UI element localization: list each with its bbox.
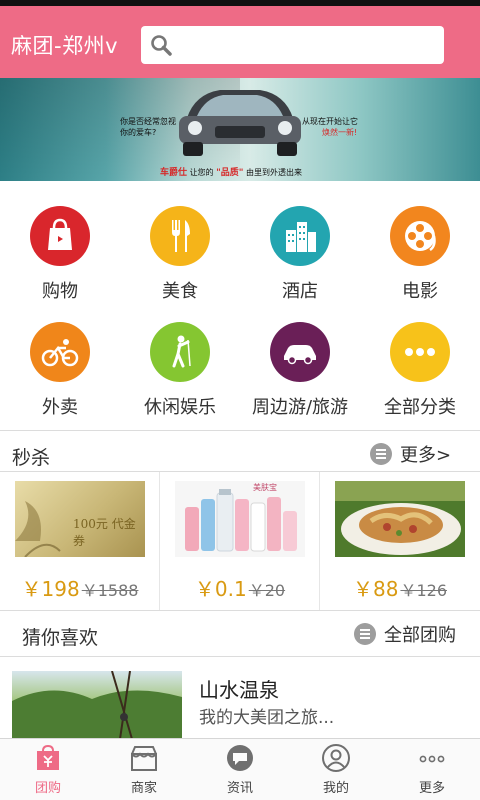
category-shopping[interactable]: 购物 xyxy=(0,198,120,314)
tab-label: 商家 xyxy=(130,781,157,796)
seckill-item[interactable]: 100元 代金券 ￥198 ￥1588 xyxy=(0,472,160,610)
category-leisure[interactable]: 休闲娱乐 xyxy=(120,314,240,430)
more-dots-icon xyxy=(419,755,445,763)
original-price: ￥20 xyxy=(248,581,286,600)
category-label: 全部分类 xyxy=(384,397,456,418)
current-price: ￥88 xyxy=(353,577,399,601)
more-dots-icon xyxy=(390,322,450,382)
divider xyxy=(0,656,480,657)
film-reel-icon xyxy=(390,206,450,266)
shopping-bag-icon xyxy=(30,206,90,266)
seckill-more-label: 更多> xyxy=(400,445,452,466)
category-hotel[interactable]: 酒店 xyxy=(240,198,360,314)
category-label: 美食 xyxy=(162,281,198,302)
search-input[interactable] xyxy=(141,26,444,64)
deal-description: 我的大美团之旅... xyxy=(199,708,335,728)
cosmetics-bottles-image: 美肤宝 xyxy=(175,481,305,557)
header-bar: 麻团-郑州v xyxy=(0,6,480,78)
hotel-buildings-icon xyxy=(270,206,330,266)
seckill-more-button[interactable]: 更多> xyxy=(370,441,451,467)
city-selector[interactable]: 麻团-郑州v xyxy=(11,30,118,60)
voucher-image-text: 100元 代金券 xyxy=(73,517,136,548)
category-grid: 购物 美食 酒店 电影 外卖 休闲娱乐 周边游/旅游 全部分类 xyxy=(0,198,480,430)
banner-slogan-quote: "品质" xyxy=(216,168,244,178)
category-movie[interactable]: 电影 xyxy=(360,198,480,314)
bicycle-icon xyxy=(30,322,90,382)
list-icon xyxy=(370,443,392,465)
divider xyxy=(0,430,480,431)
seckill-item[interactable]: ￥88 ￥126 xyxy=(320,472,480,610)
bottom-tab-bar: 团购 商家 资讯 我的 更多 xyxy=(0,738,480,800)
user-icon xyxy=(322,744,350,772)
search-icon xyxy=(151,35,172,56)
banner-text-right: 从现在开始让它 焕然一新! xyxy=(302,116,358,138)
shop-icon xyxy=(131,746,157,771)
guess-title: 猜你喜欢 xyxy=(22,627,99,649)
category-travel[interactable]: 周边游/旅游 xyxy=(240,314,360,430)
all-deals-label: 全部团购 xyxy=(384,625,456,646)
banner-text-left: 你是否经常忽视 你的爱车? xyxy=(120,117,176,137)
tuan-icon xyxy=(37,744,59,770)
tab-label: 我的 xyxy=(322,781,349,796)
list-icon xyxy=(354,623,376,645)
original-price: ￥126 xyxy=(400,581,447,600)
seckill-list: 100元 代金券 ￥198 ￥1588 美肤宝 ￥0.1 ￥20 ￥88 ￥12… xyxy=(0,472,480,610)
banner-text-right-line2: 焕然一新! xyxy=(322,128,358,137)
category-food[interactable]: 美食 xyxy=(120,198,240,314)
category-label: 酒店 xyxy=(282,281,318,302)
banner-brand: 车爵仕 xyxy=(160,168,188,178)
seckill-price: ￥0.1 ￥20 xyxy=(160,573,320,602)
tab-news[interactable]: 资讯 xyxy=(192,739,288,800)
golf-player-icon xyxy=(150,322,210,382)
current-price: ￥198 xyxy=(21,577,80,601)
hot-spring-image[interactable] xyxy=(12,671,182,739)
current-price: ￥0.1 xyxy=(194,577,247,601)
divider xyxy=(0,610,480,611)
seckill-item[interactable]: 美肤宝 ￥0.1 ￥20 xyxy=(160,472,320,610)
category-takeout[interactable]: 外卖 xyxy=(0,314,120,430)
category-label: 购物 xyxy=(42,281,78,302)
deal-title[interactable]: 山水温泉 xyxy=(199,674,279,703)
promo-banner[interactable]: 你是否经常忽视 你的爱车? 从现在开始让它 焕然一新! 车爵仕 让您的 "品质"… xyxy=(0,78,480,181)
voucher-card-image: 100元 代金券 xyxy=(15,481,145,557)
seckill-title: 秒杀 xyxy=(12,447,51,469)
category-label: 外卖 xyxy=(42,397,78,418)
tab-more[interactable]: 更多 xyxy=(384,739,480,800)
tab-label: 更多 xyxy=(418,781,445,796)
car-image xyxy=(179,90,301,156)
tab-mine[interactable]: 我的 xyxy=(288,739,384,800)
tab-shops[interactable]: 商家 xyxy=(96,739,192,800)
tab-label: 资讯 xyxy=(226,781,253,796)
banner-slogan: 车爵仕 让您的 "品质" 由里到外透出来 xyxy=(160,165,302,178)
original-price: ￥1588 xyxy=(81,581,139,600)
seckill-price: ￥198 ￥1588 xyxy=(0,573,160,602)
seckill-price: ￥88 ￥126 xyxy=(320,573,480,602)
category-label: 周边游/旅游 xyxy=(251,397,349,418)
tab-label: 团购 xyxy=(34,781,61,796)
food-dish-image xyxy=(335,481,465,557)
banner-slogan-mid: 让您的 xyxy=(189,168,214,177)
category-all[interactable]: 全部分类 xyxy=(360,314,480,430)
banner-slogan-end: 由里到外透出来 xyxy=(246,168,303,177)
chat-bubble-icon xyxy=(227,745,253,771)
all-deals-button[interactable]: 全部团购 xyxy=(354,621,456,647)
cosmetics-brand-text: 美肤宝 xyxy=(253,483,277,492)
category-label: 休闲娱乐 xyxy=(144,397,216,418)
car-icon xyxy=(270,322,330,382)
fork-knife-icon xyxy=(150,206,210,266)
banner-text-right-line1: 从现在开始让它 xyxy=(302,117,358,126)
tab-tuangou[interactable]: 团购 xyxy=(0,739,96,800)
category-label: 电影 xyxy=(402,281,438,302)
